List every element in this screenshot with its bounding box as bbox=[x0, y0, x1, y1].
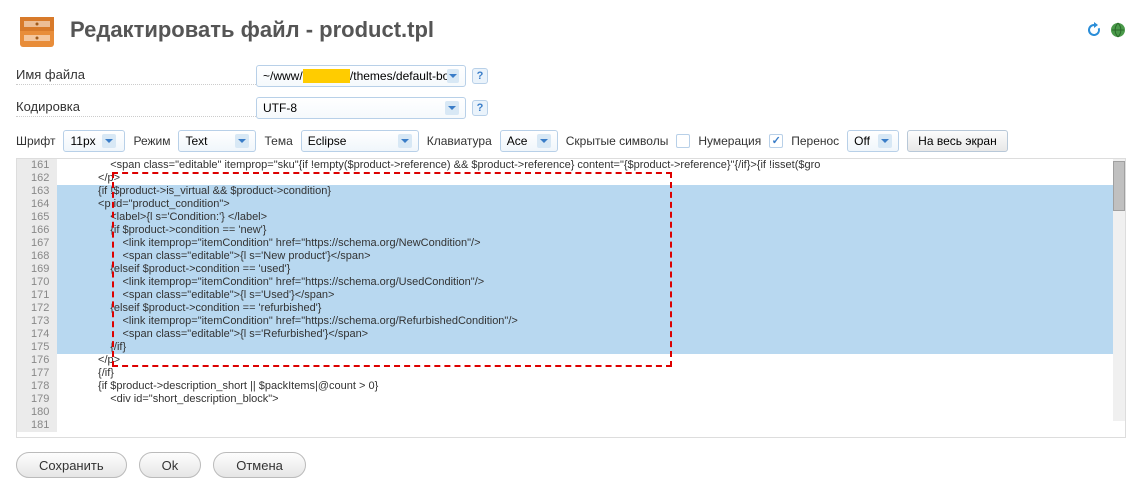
code-editor[interactable]: 1611621631641651661671681691701711721731… bbox=[16, 158, 1126, 438]
theme-select[interactable]: Eclipse bbox=[301, 130, 419, 152]
code-line[interactable]: </p> bbox=[57, 354, 1126, 367]
code-line[interactable]: <div id="short_description_block"> bbox=[57, 393, 1126, 406]
wrap-value: Off bbox=[854, 134, 872, 148]
line-number: 162 bbox=[31, 172, 49, 185]
theme-value: Eclipse bbox=[308, 134, 392, 148]
filename-dropdown-icon[interactable] bbox=[447, 69, 459, 83]
hidden-chars-checkbox[interactable] bbox=[676, 134, 690, 148]
code-line[interactable]: <label>{l s='Condition:'} </label> bbox=[57, 211, 1126, 224]
keyboard-select[interactable]: Ace bbox=[500, 130, 558, 152]
line-number: 176 bbox=[31, 354, 49, 367]
ok-button[interactable]: Ok bbox=[139, 452, 202, 478]
code-line[interactable]: <link itemprop="itemCondition" href="htt… bbox=[57, 237, 1126, 250]
code-line[interactable]: </p> bbox=[57, 172, 1126, 185]
code-line[interactable]: <span class="editable">{l s='Refurbished… bbox=[57, 328, 1126, 341]
chevron-down-icon[interactable] bbox=[537, 134, 551, 148]
keyboard-label: Клавиатура bbox=[427, 134, 492, 148]
hidden-chars-label: Скрытые символы bbox=[566, 134, 669, 148]
encoding-label: Кодировка bbox=[16, 99, 256, 117]
line-number: 167 bbox=[31, 237, 49, 250]
code-line[interactable]: <p id="product_condition"> bbox=[57, 198, 1126, 211]
mode-value: Text bbox=[185, 134, 229, 148]
code-line[interactable]: <link itemprop="itemCondition" href="htt… bbox=[57, 315, 1126, 328]
code-line[interactable] bbox=[57, 419, 1126, 432]
vertical-scrollbar[interactable] bbox=[1113, 159, 1125, 421]
line-number: 165 bbox=[31, 211, 49, 224]
numbering-label: Нумерация bbox=[698, 134, 761, 148]
line-number: 163 bbox=[31, 185, 49, 198]
refresh-icon[interactable] bbox=[1086, 22, 1102, 38]
filename-input[interactable]: ~/www/ /themes/default-boots bbox=[256, 65, 466, 87]
chevron-down-icon[interactable] bbox=[878, 134, 892, 148]
cancel-button[interactable]: Отмена bbox=[213, 452, 306, 478]
font-value: 11px bbox=[70, 134, 95, 148]
mode-label: Режим bbox=[133, 134, 170, 148]
app-icon bbox=[16, 9, 58, 51]
code-line[interactable]: <span class="editable">{l s='New product… bbox=[57, 250, 1126, 263]
code-line[interactable]: {elseif $product->condition == 'refurbis… bbox=[57, 302, 1126, 315]
code-line[interactable]: {/if} bbox=[57, 341, 1126, 354]
filename-label: Имя файла bbox=[16, 67, 256, 85]
font-label: Шрифт bbox=[16, 134, 55, 148]
line-number: 175 bbox=[31, 341, 49, 354]
keyboard-value: Ace bbox=[507, 134, 531, 148]
chevron-down-icon[interactable] bbox=[102, 134, 116, 148]
line-number: 179 bbox=[31, 393, 49, 406]
code-line[interactable]: {elseif $product->condition == 'used'} bbox=[57, 263, 1126, 276]
fullscreen-button[interactable]: На весь экран bbox=[907, 130, 1008, 152]
theme-label: Тема bbox=[264, 134, 292, 148]
code-line[interactable]: {if $product->condition == 'new'} bbox=[57, 224, 1126, 237]
line-number: 168 bbox=[31, 250, 49, 263]
line-number: 170 bbox=[31, 276, 49, 289]
line-number: 164 bbox=[31, 198, 49, 211]
encoding-select[interactable]: UTF-8 bbox=[256, 97, 466, 119]
globe-icon[interactable] bbox=[1110, 22, 1126, 38]
line-number: 180 bbox=[31, 406, 49, 419]
code-line[interactable]: {if !$product->is_virtual && $product->c… bbox=[57, 185, 1126, 198]
line-number: 177 bbox=[31, 367, 49, 380]
line-number: 174 bbox=[31, 328, 49, 341]
filename-suffix: /themes/default-boots bbox=[350, 69, 447, 83]
save-button[interactable]: Сохранить bbox=[16, 452, 127, 478]
line-number: 171 bbox=[31, 289, 49, 302]
code-line[interactable] bbox=[57, 406, 1126, 419]
font-select[interactable]: 11px bbox=[63, 130, 125, 152]
code-line[interactable]: {if $product->description_short || $pack… bbox=[57, 380, 1126, 393]
wrap-select[interactable]: Off bbox=[847, 130, 899, 152]
line-number: 166 bbox=[31, 224, 49, 237]
scrollbar-thumb[interactable] bbox=[1113, 161, 1125, 211]
line-number: 178 bbox=[31, 380, 49, 393]
code-area[interactable]: <span class="editable" itemprop="sku"{if… bbox=[57, 159, 1126, 432]
numbering-checkbox[interactable] bbox=[769, 134, 783, 148]
line-number: 161 bbox=[31, 159, 49, 172]
filename-help-button[interactable]: ? bbox=[472, 68, 488, 84]
page-title: Редактировать файл - product.tpl bbox=[70, 17, 434, 43]
filename-prefix: ~/www/ bbox=[263, 69, 303, 83]
chevron-down-icon[interactable] bbox=[235, 134, 249, 148]
line-number: 181 bbox=[31, 419, 49, 432]
mode-select[interactable]: Text bbox=[178, 130, 256, 152]
encoding-help-button[interactable]: ? bbox=[472, 100, 488, 116]
chevron-down-icon[interactable] bbox=[398, 134, 412, 148]
code-line[interactable]: <span class="editable" itemprop="sku"{if… bbox=[57, 159, 1126, 172]
line-number: 172 bbox=[31, 302, 49, 315]
code-line[interactable]: {/if} bbox=[57, 367, 1126, 380]
line-number: 169 bbox=[31, 263, 49, 276]
filename-masked bbox=[303, 69, 350, 83]
code-line[interactable]: <link itemprop="itemCondition" href="htt… bbox=[57, 276, 1126, 289]
encoding-value: UTF-8 bbox=[263, 101, 445, 115]
wrap-label: Перенос bbox=[791, 134, 839, 148]
code-line[interactable]: <span class="editable">{l s='Used'}</spa… bbox=[57, 289, 1126, 302]
encoding-dropdown-icon[interactable] bbox=[445, 101, 459, 115]
line-number: 173 bbox=[31, 315, 49, 328]
line-gutter: 1611621631641651661671681691701711721731… bbox=[17, 159, 57, 432]
